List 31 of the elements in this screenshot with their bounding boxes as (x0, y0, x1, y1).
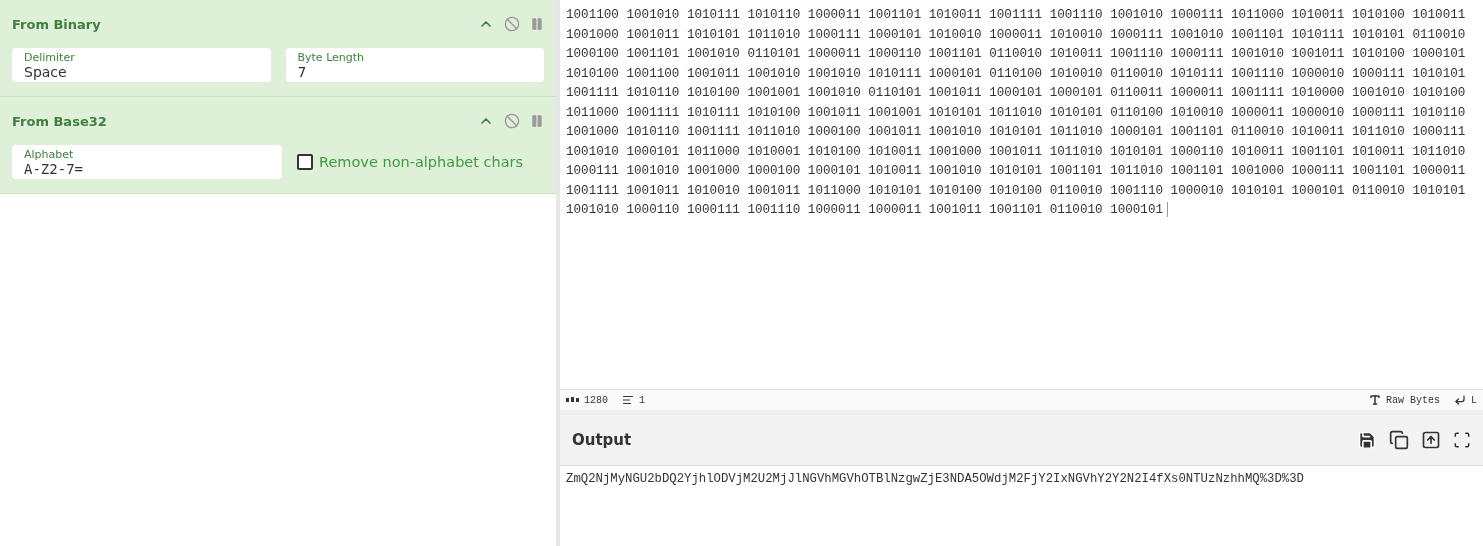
output-text: ZmQ2NjMyNGU2bDQ2YjhlODVjM2U2MjJlNGVhMGVhOTBlNzgwZjE3NDA5OWdjM2FjY2IxNGVhY2Y2N2I4fXs0NTUzNzhhMQ%3D%3D (565, 471, 1305, 488)
operation-title: From Binary (12, 16, 102, 32)
operation-title: From Base32 (12, 113, 108, 129)
lines-icon (622, 394, 634, 406)
input-field[interactable]: Delimiter Space (12, 48, 271, 82)
lines-count: 1 (639, 394, 646, 406)
save-icon[interactable] (1357, 430, 1377, 450)
input-text-line: 1001111 1001011 1010010 1001011 1011000 1010101 1010100 1010100 0110010 1001110 1000010 1010101 1000101 0110010 1010101 (566, 182, 1467, 200)
fullscreen-icon[interactable] (1453, 431, 1471, 449)
input-text-line: 1001000 1010110 1001111 1011010 1000100 1001011 1001010 1010101 1011010 1000101 1001101 0110010 1010011 1011010 1000111 (566, 124, 1467, 141)
input-text-line: 1011000 1001111 1010111 1010100 1001011 1001001 1010101 1011010 1010101 0110100 1010010 1000011 1000010 1000111 1010110 (566, 104, 1467, 122)
input-text-line: 1000111 1001010 1001000 1000100 1000101 1010011 1001010 1010101 1001101 1011010 1001101 1001000 1000111 1001101 1000011 (566, 163, 1467, 180)
checkbox-label: Remove non-alphabet chars (319, 154, 524, 170)
input-text-line: 1001100 1001010 1010111 1010110 1000011 1001101 1010011 1001111 1001110 1001010 1000111 1011000 1010011 1010100 1010011 (566, 7, 1467, 24)
encoding-button[interactable]: Raw Bytes (1368, 394, 1440, 406)
input-field[interactable]: Alphabet A-Z2-7= (12, 145, 282, 179)
input-text-line: 1001010 1000101 1011000 1010001 1010100 1010011 1001000 1001011 1011010 1010101 1000110 1010011 1001101 1010011 1011010 (566, 143, 1467, 161)
input-text-line: 1001010 1000110 1000111 1001110 1000011 1000011 1001011 1001101 0110010 1000101 (566, 201, 1477, 221)
return-arrow-icon (1454, 394, 1466, 406)
output-title: Output (572, 431, 633, 449)
input-text-line: 1000100 1001101 1001010 0110101 1000011 1000110 1001101 0110010 1010011 1001110 1000111 1001010 1001011 1010100 1000101 (566, 46, 1467, 63)
input-text-line: 1001111 1010110 1010100 1001001 1001010 0110101 1001011 1000101 1000101 0110011 1000011 1001111 1010000 1001010 1010100 (566, 85, 1467, 102)
input-text-line: 1010100 1001100 1001011 1001010 1001010 1010111 1000101 0110100 1010010 0110010 1010111 1001110 1000010 1000111 1010101 (566, 65, 1467, 83)
input-field[interactable]: Byte Length 7 (285, 48, 544, 82)
line-ending-button[interactable]: L (1454, 394, 1477, 406)
square-arrow-up-icon[interactable] (1421, 430, 1441, 450)
checkbox[interactable] (297, 154, 313, 170)
length-count: 1280 (584, 394, 608, 406)
copy-icon[interactable] (1389, 430, 1409, 450)
text-size-icon (1368, 394, 1381, 406)
input-text-line: 1001000 1001011 1010101 1011010 1000111 1000101 1010010 1000011 1010010 1000111 1001010 1001101 1010111 1010101 0110010 (566, 26, 1467, 44)
